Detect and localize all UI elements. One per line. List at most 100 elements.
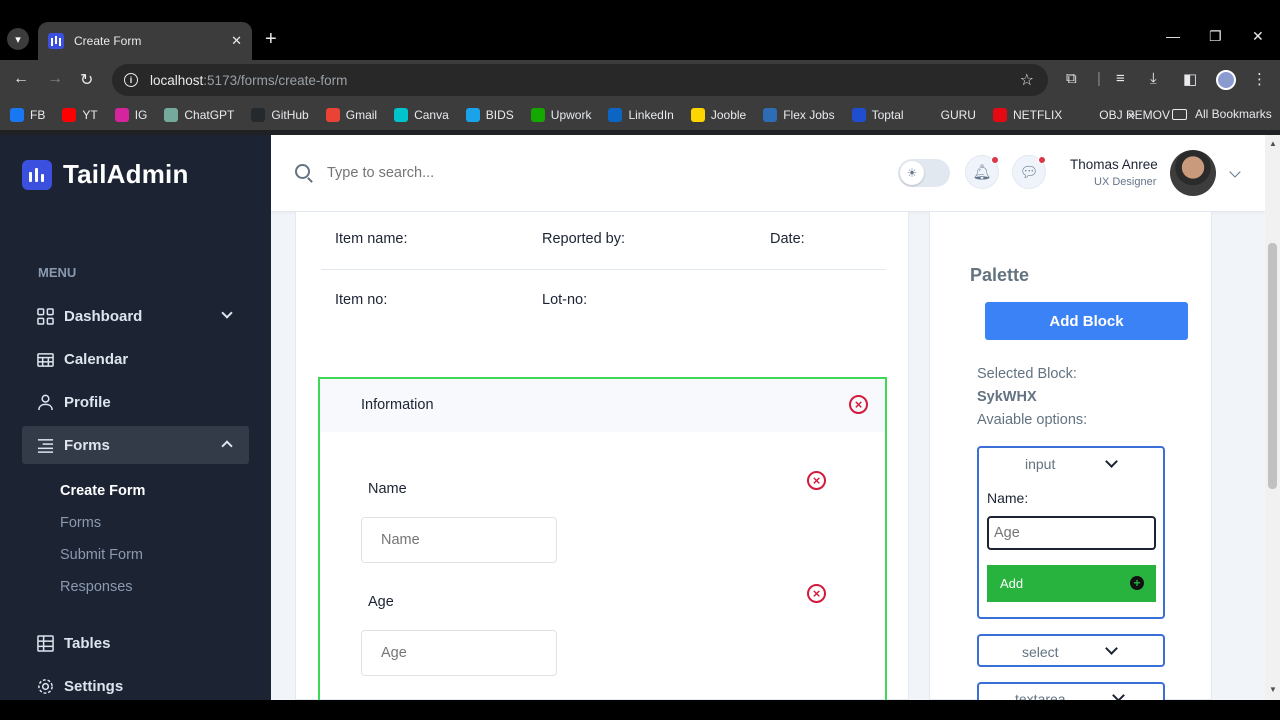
calendar-icon — [37, 352, 54, 367]
palette-title: Palette — [970, 265, 1030, 285]
sidebar-item-dashboard[interactable]: Dashboard — [22, 297, 249, 335]
bookmark-favicon-icon — [608, 108, 623, 122]
bookmark-favicon-icon — [325, 108, 340, 122]
tab-search-chevron-icon[interactable]: ▾ — [7, 28, 29, 50]
add-field-button[interactable]: Add + — [987, 565, 1156, 602]
chat-bubble-icon: 💬︎ — [1019, 164, 1039, 181]
bookmark-flex-jobs[interactable]: Flex Jobs — [763, 108, 835, 122]
remove-field-icon[interactable]: × — [807, 584, 826, 603]
tab-strip: ▾ Create Form ✕ + — ❐ ✕ — [0, 0, 1280, 60]
bookmark-bids[interactable]: BIDS — [465, 108, 514, 122]
sidebar-item-calendar[interactable]: Calendar — [22, 340, 249, 378]
sidebar-subitem-submit-form[interactable]: Submit Form — [60, 547, 143, 563]
bookmark-favicon-icon — [992, 108, 1007, 122]
reported-by-label: Reported by: — [542, 231, 626, 247]
option-name: textarea — [1015, 691, 1066, 700]
sidebar-item-label: Profile — [64, 393, 111, 411]
block-header: Information × — [320, 379, 885, 432]
side-panel-icon[interactable]: ◧ — [1183, 70, 1197, 88]
scroll-thumb[interactable] — [1268, 243, 1277, 489]
restore-icon[interactable]: ❐ — [1209, 28, 1222, 45]
available-options-label: Avaiable options: — [977, 412, 1088, 428]
sidebar-subitem-forms[interactable]: Forms — [60, 515, 101, 531]
bookmark-canva[interactable]: Canva — [394, 108, 449, 122]
site-info-icon[interactable]: i — [124, 73, 138, 87]
bookmark-github[interactable]: GitHub — [251, 108, 309, 122]
gear-icon — [38, 678, 53, 694]
scroll-down-arrow-icon[interactable]: ▼ — [1269, 685, 1277, 694]
brand-logo[interactable]: TailAdmin — [22, 159, 189, 190]
dark-mode-toggle[interactable]: ☀ — [898, 159, 950, 187]
browser-tab[interactable]: Create Form ✕ — [38, 22, 252, 60]
back-arrow-icon[interactable]: ← — [13, 70, 29, 88]
bookmark-ig[interactable]: IG — [114, 108, 147, 122]
age-input[interactable] — [361, 630, 557, 676]
option-input-toggle[interactable]: input — [979, 448, 1163, 480]
bookmark-favicon-icon — [164, 108, 179, 122]
bookmark-fb[interactable]: FB — [10, 108, 45, 122]
scroll-up-arrow-icon[interactable]: ▲ — [1269, 139, 1277, 148]
profile-avatar-icon[interactable] — [1216, 70, 1236, 90]
form-block-information[interactable]: Information × Name × Age × — [318, 377, 887, 700]
window-close-icon[interactable]: ✕ — [1252, 28, 1264, 45]
all-bookmarks-button[interactable]: All Bookmarks — [1172, 107, 1272, 121]
sidebar-item-forms[interactable]: Forms — [22, 426, 249, 464]
user-name[interactable]: Thomas Anree — [1070, 157, 1158, 172]
lot-no-label: Lot-no: — [542, 292, 588, 308]
notification-button[interactable]: 🔔︎ — [965, 155, 999, 189]
download-icon[interactable]: ⤓ — [1150, 70, 1157, 87]
chrome-menu-icon[interactable]: ⋮ — [1252, 70, 1267, 88]
sidebar-item-label: Forms — [64, 436, 110, 454]
remove-block-icon[interactable]: × — [849, 395, 868, 414]
search-input[interactable] — [327, 161, 627, 185]
remove-field-icon[interactable]: × — [807, 471, 826, 490]
media-queue-icon[interactable]: ≡ — [1116, 70, 1125, 87]
chevron-down-icon — [1105, 455, 1118, 468]
toolbar-divider: | — [1097, 70, 1101, 87]
sidebar-item-settings[interactable]: Settings — [22, 667, 249, 700]
more-bookmarks-icon[interactable]: » — [1128, 107, 1135, 122]
bookmark-label: YT — [82, 108, 98, 122]
address-bar[interactable]: i localhost:5173/forms/create-form ☆ — [112, 64, 1048, 96]
bookmark-label: Jooble — [710, 108, 747, 122]
sidebar-subitem-create-form[interactable]: Create Form — [60, 483, 145, 499]
option-textarea-toggle[interactable]: textarea — [977, 682, 1165, 700]
bookmark-yt[interactable]: YT — [62, 108, 98, 122]
option-name-input[interactable] — [987, 516, 1156, 550]
bookmark-guru[interactable]: GURU — [920, 108, 976, 122]
sidebar-item-profile[interactable]: Profile — [22, 383, 249, 421]
bookmark-favicon-icon — [10, 108, 24, 122]
tab-close-icon[interactable]: ✕ — [231, 33, 242, 49]
bookmark-jooble[interactable]: Jooble — [690, 108, 747, 122]
name-input[interactable] — [361, 517, 557, 563]
bookmark-star-icon[interactable]: ☆ — [1020, 70, 1034, 90]
reload-icon[interactable]: ↻ — [80, 70, 93, 90]
bookmark-toptal[interactable]: Toptal — [851, 108, 904, 122]
bookmark-chatgpt[interactable]: ChatGPT — [164, 108, 234, 122]
page-scrollbar[interactable]: ▲ ▼ — [1265, 135, 1280, 700]
bookmark-linkedin[interactable]: LinkedIn — [608, 108, 674, 122]
minimize-icon[interactable]: — — [1166, 28, 1180, 44]
chevron-down-icon[interactable] — [1229, 166, 1241, 178]
new-tab-plus-icon[interactable]: + — [265, 28, 277, 50]
bookmark-favicon-icon — [1079, 108, 1094, 122]
sidebar-item-label: Tables — [64, 634, 111, 652]
sidebar-subitem-responses[interactable]: Responses — [60, 579, 133, 595]
extensions-puzzle-icon[interactable]: ⧉ — [1066, 70, 1077, 87]
bookmark-netflix[interactable]: NETFLIX — [992, 108, 1062, 122]
sidebar-item-label: Dashboard — [64, 307, 143, 325]
add-block-button[interactable]: Add Block — [985, 302, 1188, 340]
url-path: :5173/forms/create-form — [203, 72, 348, 88]
bookmark-upwork[interactable]: Upwork — [530, 108, 591, 122]
sidebar-item-tables[interactable]: Tables — [22, 624, 249, 662]
form-canvas: Item name: Reported by: Date: Item no: L… — [295, 211, 909, 700]
option-select-toggle[interactable]: select — [977, 634, 1165, 667]
forward-arrow-icon[interactable]: → — [47, 70, 63, 88]
messages-button[interactable]: 💬︎ — [1012, 155, 1046, 189]
bookmark-obj-remov[interactable]: OBJ REMOV — [1079, 108, 1170, 122]
bookmark-label: BIDS — [485, 108, 514, 122]
avatar[interactable] — [1170, 150, 1216, 196]
chevron-down-icon — [221, 307, 233, 319]
bookmark-favicon-icon — [62, 108, 77, 122]
bookmark-gmail[interactable]: Gmail — [325, 108, 377, 122]
